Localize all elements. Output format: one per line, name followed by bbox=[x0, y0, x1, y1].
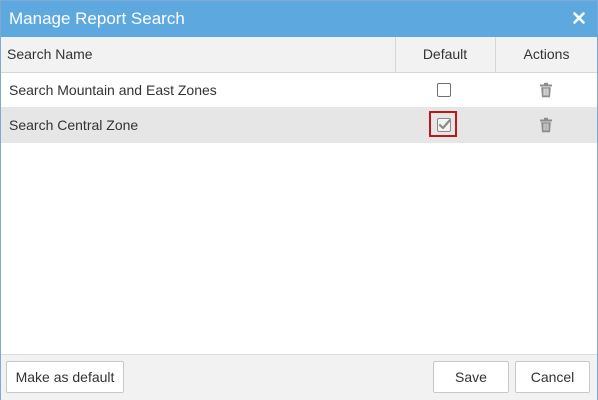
save-button[interactable]: Save bbox=[433, 361, 509, 393]
column-header-search-name[interactable]: Search Name bbox=[7, 37, 93, 72]
column-header-actions: Actions bbox=[523, 46, 570, 62]
column-header-default[interactable]: Default bbox=[395, 37, 495, 72]
grid-header: Search Name Default Actions bbox=[1, 37, 597, 73]
default-checkbox-highlight[interactable] bbox=[429, 111, 457, 137]
trash-icon[interactable] bbox=[538, 82, 554, 98]
dialog-title: Manage Report Search bbox=[9, 9, 185, 28]
table-row[interactable]: Search Mountain and East Zones bbox=[1, 73, 597, 108]
table-row[interactable]: Search Central Zone bbox=[1, 108, 597, 143]
default-checkbox[interactable] bbox=[437, 118, 451, 132]
dialog-titlebar: Manage Report Search bbox=[1, 1, 597, 37]
trash-icon[interactable] bbox=[538, 117, 554, 133]
make-as-default-button[interactable]: Make as default bbox=[6, 361, 124, 393]
manage-report-search-dialog: Manage Report Search Search Name Default… bbox=[0, 0, 598, 400]
search-name-cell: Search Central Zone bbox=[9, 117, 139, 133]
dialog-footer: Make as default Save Cancel bbox=[1, 354, 597, 400]
search-name-cell: Search Mountain and East Zones bbox=[9, 82, 217, 98]
default-checkbox[interactable] bbox=[437, 83, 451, 97]
cancel-button[interactable]: Cancel bbox=[515, 361, 590, 393]
close-icon[interactable] bbox=[571, 10, 587, 26]
